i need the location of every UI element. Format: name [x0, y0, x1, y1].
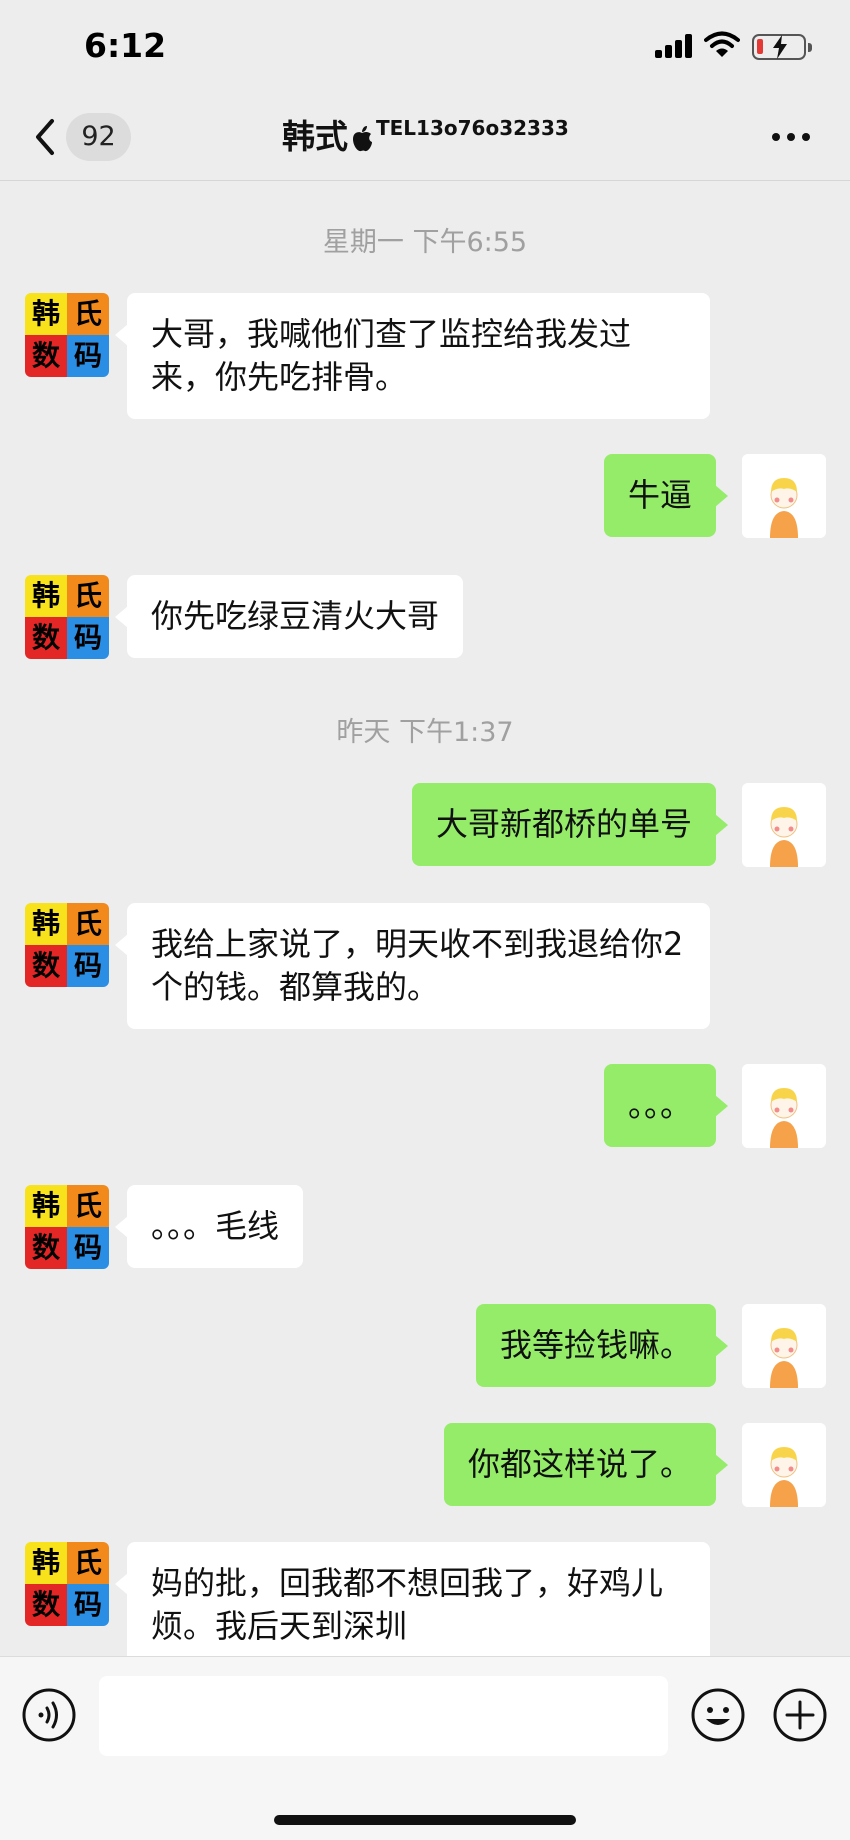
- avatar[interactable]: 韩氏 数码: [25, 1542, 109, 1626]
- message-bubble[interactable]: 我给上家说了，明天收不到我退给你2个的钱。都算我的。: [115, 903, 710, 1029]
- avatar[interactable]: [742, 454, 826, 538]
- avatar[interactable]: [742, 1304, 826, 1388]
- more-icon[interactable]: [772, 133, 812, 143]
- timestamp: 昨天 下午1:37: [336, 717, 514, 748]
- avatar[interactable]: [742, 783, 826, 867]
- message-bubble[interactable]: 我等捡钱嘛。: [475, 1304, 729, 1387]
- emoji-icon[interactable]: [690, 1687, 746, 1743]
- unread-count-badge[interactable]: 92: [66, 113, 131, 161]
- input-bar: [0, 1656, 850, 1840]
- wifi-icon: [704, 31, 740, 57]
- nav-bar: 92 韩式 TEL13o76o32333: [0, 95, 850, 181]
- voice-icon[interactable]: [21, 1687, 77, 1743]
- avatar[interactable]: 韩氏 数码: [25, 575, 109, 659]
- signal-icon: [655, 34, 695, 58]
- avatar[interactable]: 韩氏 数码: [25, 293, 109, 377]
- avatar[interactable]: [742, 1064, 826, 1148]
- avatar[interactable]: 韩氏 数码: [25, 1185, 109, 1269]
- status-time: 6:12: [84, 26, 167, 65]
- status-bar: 6:12: [0, 0, 850, 95]
- chevron-left-icon[interactable]: [30, 115, 60, 159]
- message-bubble[interactable]: 。。。: [603, 1064, 729, 1147]
- battery-icon: [752, 34, 812, 60]
- message-bubble[interactable]: 你都这样说了。: [443, 1423, 729, 1506]
- message-bubble[interactable]: 牛逼: [603, 454, 729, 537]
- chat-area[interactable]: 星期一 下午6:55 韩氏 数码 大哥，我喊他们查了监控给我发过来，你先吃排骨。…: [0, 182, 850, 1656]
- avatar[interactable]: 韩氏 数码: [25, 903, 109, 987]
- message-bubble[interactable]: 大哥新都桥的单号: [411, 783, 729, 866]
- message-bubble[interactable]: 你先吃绿豆清火大哥: [114, 575, 464, 658]
- message-input[interactable]: [99, 1676, 668, 1756]
- timestamp: 星期一 下午6:55: [322, 227, 528, 258]
- message-bubble[interactable]: 大哥，我喊他们查了监控给我发过来，你先吃排骨。: [115, 293, 710, 419]
- plus-icon[interactable]: [772, 1687, 828, 1743]
- message-bubble[interactable]: 。。。毛线: [114, 1185, 304, 1268]
- apple-icon: [353, 126, 372, 152]
- contact-phone: TEL13o76o32333: [376, 116, 569, 140]
- chat-title: 韩式 TEL13o76o32333: [282, 115, 569, 163]
- home-indicator[interactable]: [274, 1815, 576, 1825]
- avatar[interactable]: [742, 1423, 826, 1507]
- message-bubble[interactable]: 妈的批，回我都不想回我了，好鸡儿烦。我后天到深圳: [115, 1542, 710, 1656]
- contact-name: 韩式: [282, 117, 348, 156]
